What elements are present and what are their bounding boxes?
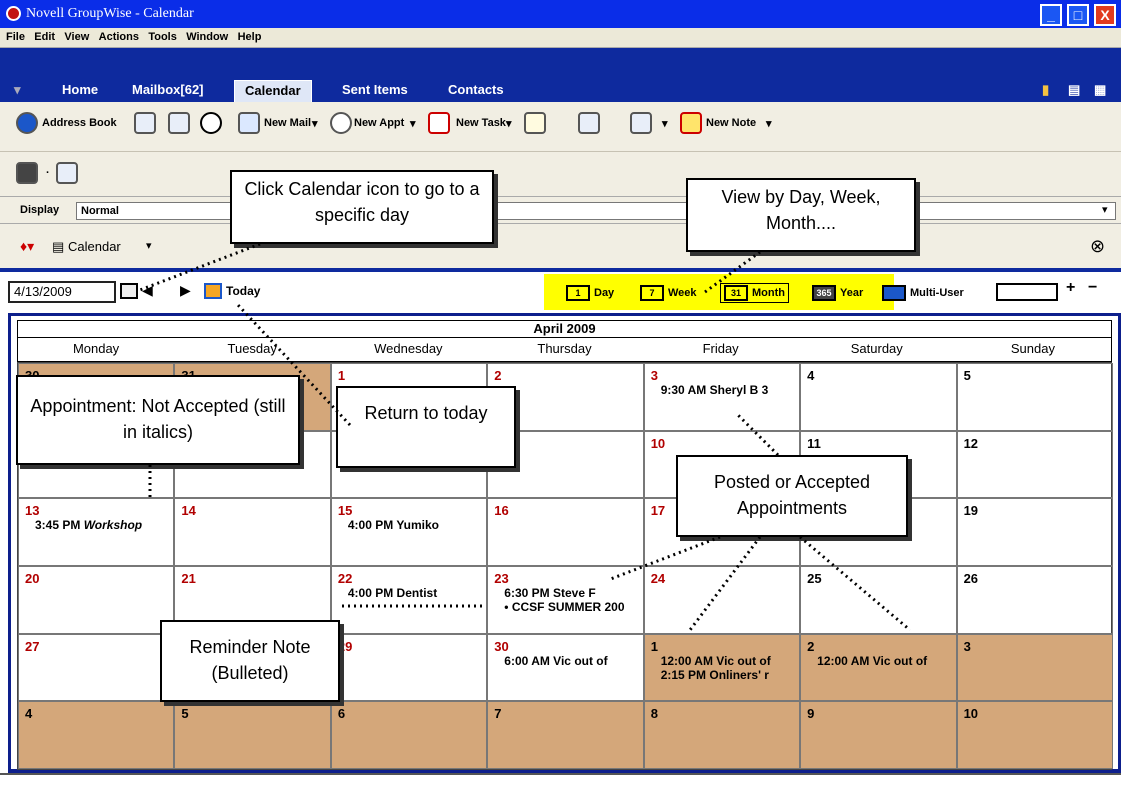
annotation-arrows (139, 242, 911, 632)
arrow-to-steve (607, 535, 721, 582)
arrow-to-vic-2 (799, 535, 911, 632)
arrow-to-vic-1 (688, 536, 762, 631)
arrow-to-calendar-icon (139, 242, 261, 292)
status-bar (0, 773, 1121, 791)
arrow-to-sheryl (736, 413, 780, 457)
arrow-to-view-selector (704, 250, 761, 294)
arrow-to-today (236, 303, 352, 427)
